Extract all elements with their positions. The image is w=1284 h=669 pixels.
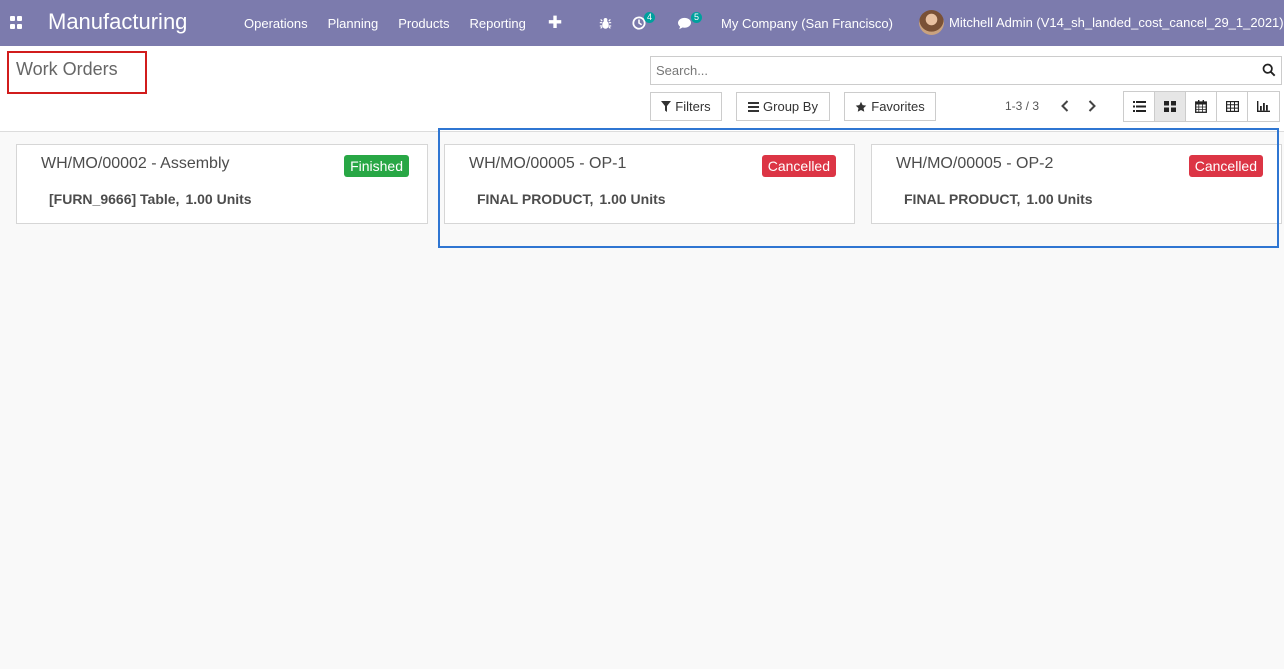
- graph-icon: [1257, 101, 1270, 112]
- list-view-button[interactable]: [1124, 92, 1155, 121]
- menu-operations[interactable]: Operations: [234, 16, 318, 31]
- activity-count-badge: 4: [644, 12, 656, 23]
- menu-reporting[interactable]: Reporting: [460, 16, 536, 31]
- state-badge: Cancelled: [1188, 155, 1263, 177]
- filter-icon: [661, 101, 672, 112]
- pager-next-icon[interactable]: [1085, 98, 1099, 114]
- list-icon: [1132, 101, 1146, 112]
- product-quantity: 1.00 Units: [185, 191, 252, 207]
- favorites-label: Favorites: [871, 99, 925, 114]
- search-input[interactable]: [651, 57, 1241, 84]
- product-name: [FURN_9666] Table,: [49, 191, 180, 207]
- workorder-title: WH/MO/00002 - Assembly: [41, 155, 230, 172]
- workorder-title: WH/MO/00005 - OP-1: [469, 155, 627, 172]
- state-badge: Finished: [344, 155, 409, 177]
- workorder-card[interactable]: WH/MO/00002 - Assembly Finished [FURN_96…: [16, 144, 428, 224]
- state-badge: Cancelled: [761, 155, 836, 177]
- title-highlight-box: [7, 51, 147, 94]
- pager-previous-icon[interactable]: [1058, 98, 1072, 114]
- control-panel: Work Orders Filters Group By Favorites 1…: [0, 46, 1284, 132]
- workorder-card[interactable]: WH/MO/00005 - OP-1 Cancelled FINAL PRODU…: [444, 144, 855, 224]
- messages-icon[interactable]: [677, 0, 692, 46]
- star-icon: [856, 101, 867, 112]
- kanban-icon: [1164, 101, 1176, 112]
- product-quantity: 1.00 Units: [599, 191, 666, 207]
- app-brand[interactable]: Manufacturing: [48, 9, 187, 35]
- menu-products[interactable]: Products: [388, 16, 459, 31]
- product-name: FINAL PRODUCT,: [904, 191, 1021, 207]
- favorites-button[interactable]: Favorites: [844, 92, 936, 121]
- search-icon[interactable]: [1262, 63, 1276, 77]
- main-menu: Operations Planning Products Reporting ✚: [234, 0, 574, 46]
- top-navbar: Manufacturing Operations Planning Produc…: [0, 0, 1284, 46]
- product-quantity: 1.00 Units: [1026, 191, 1093, 207]
- user-avatar[interactable]: [919, 10, 944, 35]
- pivot-view-button[interactable]: [1217, 92, 1248, 121]
- groupby-label: Group By: [763, 99, 818, 114]
- user-menu[interactable]: Mitchell Admin (V14_sh_landed_cost_cance…: [949, 15, 1284, 30]
- groupby-button[interactable]: Group By: [736, 92, 830, 121]
- view-switcher: [1123, 91, 1280, 122]
- graph-view-button[interactable]: [1248, 92, 1279, 121]
- kanban-view-button[interactable]: [1155, 92, 1186, 121]
- filters-label: Filters: [675, 99, 711, 114]
- messages-count-badge: 5: [691, 12, 703, 23]
- filters-button[interactable]: Filters: [650, 92, 722, 121]
- apps-menu-icon[interactable]: [10, 16, 23, 29]
- debug-bug-icon[interactable]: [599, 0, 612, 46]
- menu-planning[interactable]: Planning: [318, 16, 389, 31]
- bars-icon: [748, 101, 760, 112]
- plus-icon[interactable]: ✚: [536, 13, 574, 33]
- workorder-product: FINAL PRODUCT, 1.00 Units: [477, 191, 666, 207]
- company-switcher[interactable]: My Company (San Francisco): [721, 0, 893, 46]
- product-name: FINAL PRODUCT,: [477, 191, 594, 207]
- pivot-icon: [1225, 101, 1239, 112]
- pager-value[interactable]: 1-3 / 3: [1005, 99, 1039, 113]
- search-bar: [650, 56, 1282, 85]
- calendar-view-button[interactable]: [1186, 92, 1217, 121]
- workorder-card[interactable]: WH/MO/00005 - OP-2 Cancelled FINAL PRODU…: [871, 144, 1282, 224]
- workorder-product: [FURN_9666] Table, 1.00 Units: [49, 191, 252, 207]
- activity-clock-icon[interactable]: [632, 0, 646, 46]
- workorder-product: FINAL PRODUCT, 1.00 Units: [904, 191, 1093, 207]
- workorder-title: WH/MO/00005 - OP-2: [896, 155, 1054, 172]
- calendar-icon: [1195, 100, 1207, 113]
